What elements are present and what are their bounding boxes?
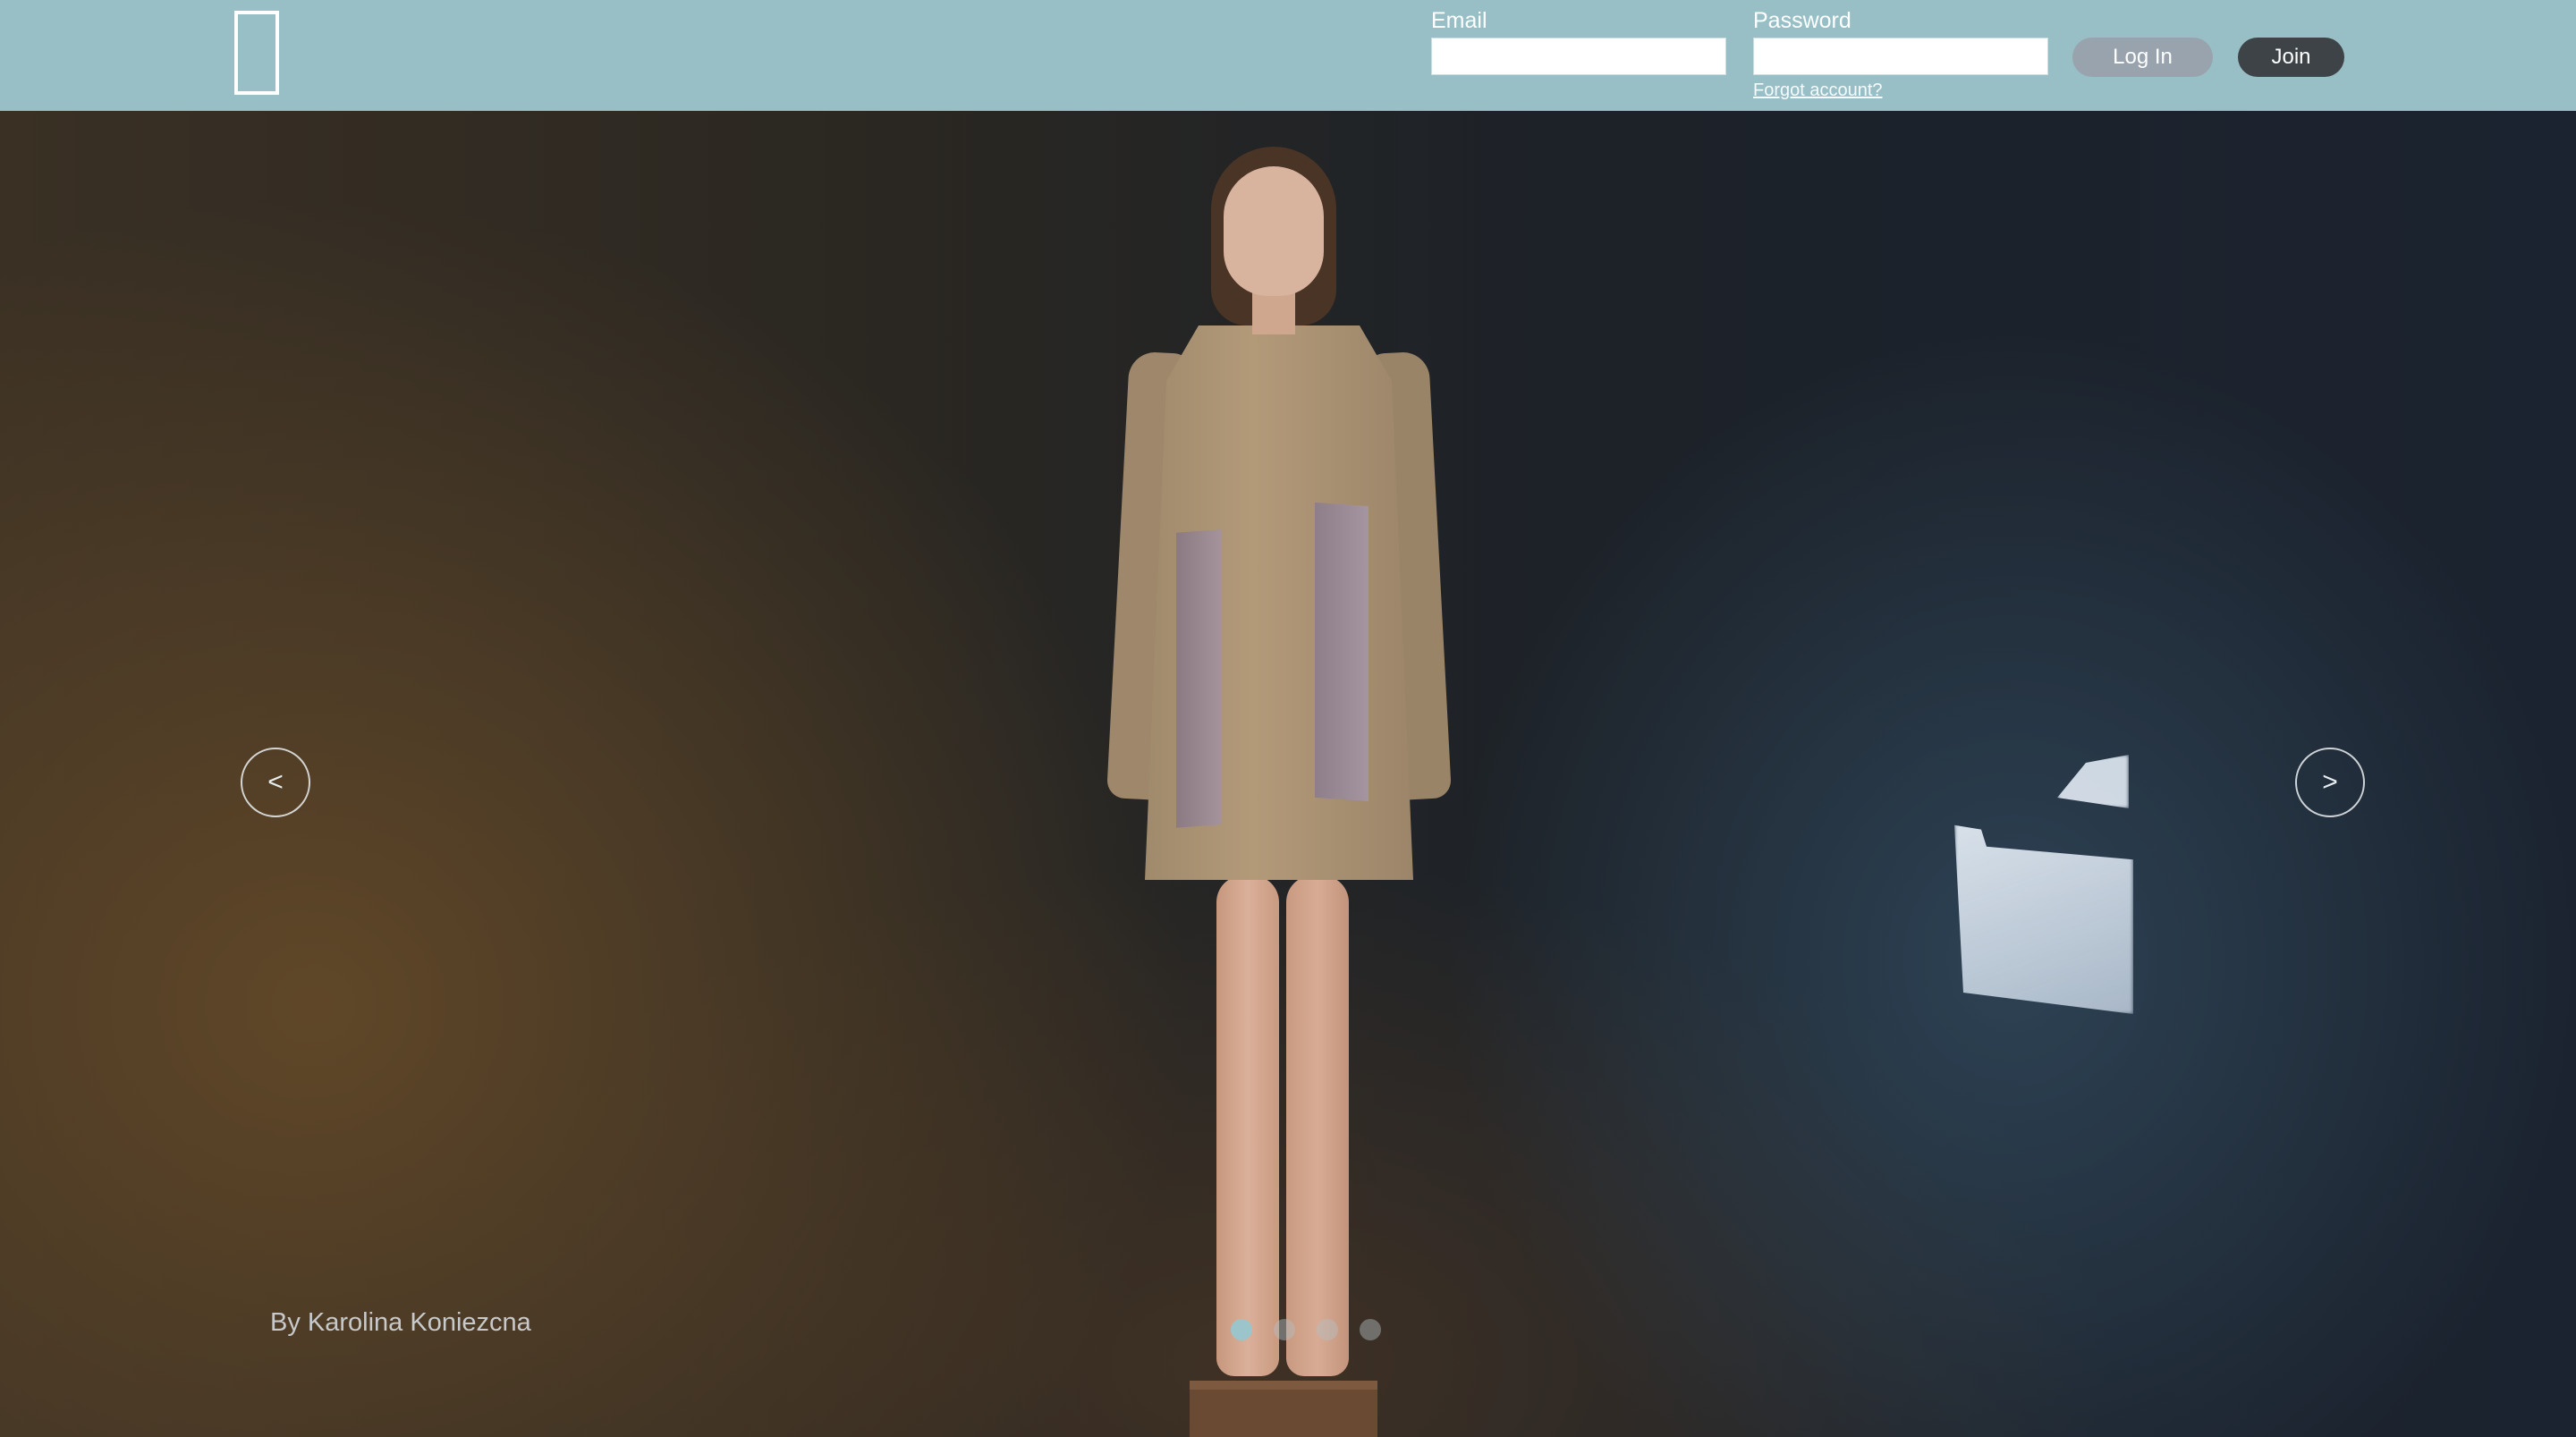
wall-light-patch	[1954, 824, 2133, 1014]
password-field[interactable]	[1753, 38, 2048, 75]
coat-panel-right	[1315, 502, 1368, 802]
model-leg-right	[1286, 875, 1349, 1376]
forgot-account-link[interactable]: Forgot account?	[1753, 80, 1883, 101]
logo-bar	[275, 29, 279, 95]
slide-dot-3[interactable]	[1317, 1319, 1338, 1340]
site-logo-icon[interactable]	[234, 11, 279, 95]
model-head	[1224, 166, 1324, 296]
slide-photo-model	[1091, 147, 1467, 1437]
slide-dot-1[interactable]	[1231, 1319, 1252, 1340]
login-button[interactable]: Log In	[2072, 38, 2213, 77]
page: Email Password Forgot account? Log In Jo…	[0, 0, 2576, 1437]
coat-panel-left	[1176, 529, 1221, 828]
previous-slide-button[interactable]: <	[241, 748, 310, 817]
slide-caption: By Karolina Koniezcna	[270, 1308, 531, 1337]
wooden-stool	[1190, 1381, 1377, 1437]
next-slide-button[interactable]: >	[2295, 748, 2365, 817]
slide-dot-4[interactable]	[1360, 1319, 1381, 1340]
email-field[interactable]	[1431, 38, 1726, 75]
join-button[interactable]: Join	[2238, 38, 2344, 77]
top-header: Email Password Forgot account? Log In Jo…	[0, 0, 2576, 111]
slide-dot-2[interactable]	[1274, 1319, 1295, 1340]
wall-light-patch-small	[2057, 755, 2129, 808]
slide-indicator-dots	[1231, 1319, 1381, 1340]
password-label: Password	[1753, 8, 1852, 33]
email-label: Email	[1431, 8, 1487, 33]
hero-slideshow	[0, 111, 2576, 1437]
model-leg-left	[1216, 875, 1279, 1376]
